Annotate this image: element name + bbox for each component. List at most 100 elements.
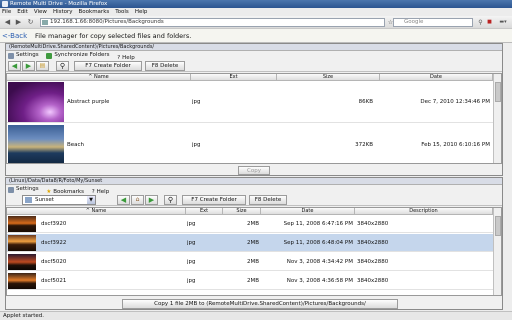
file-ext: jpg [192,99,201,105]
firefox-icon [2,1,8,7]
table-row[interactable]: dscf5021 jpg 2MB Nov 3, 2008 4:36:58 PM … [7,272,493,290]
file-date: Sep 11, 2008 6:47:16 PM [283,221,353,227]
remote-col-ext[interactable]: Ext [191,74,277,81]
local-settings-menu[interactable]: Settings [8,185,39,194]
file-name: Abstract purple [67,99,110,105]
folder-icon [25,197,32,203]
table-row[interactable]: dscf5020 jpg 2MB Nov 3, 2008 4:34:42 PM … [7,253,493,271]
file-size: 2MB [246,240,259,246]
local-file-table: ^ Name Ext Size Date Description dscf392… [6,207,502,296]
remote-col-date[interactable]: Date [380,74,493,81]
file-ext: jpg [187,278,196,284]
local-panel-menu: Settings ★ Bookmarks ? Help [6,185,502,195]
file-ext: jpg [187,240,196,246]
local-col-name[interactable]: ^ Name [7,208,186,215]
abstract-purple-thumbnail [8,82,64,122]
remote-sync-menu[interactable]: Synchronize Folders [46,51,109,60]
navigation-toolbar: ◀ ▶ ↻ 192.168.1.66:8080/Pictures/Backgro… [0,16,512,29]
sunset-thumbnail [8,216,36,232]
forward-arrow-icon[interactable]: ▶ [14,18,23,27]
file-size: 2MB [246,278,259,284]
menu-bar: File Edit View History Bookmarks Tools Help [0,8,512,16]
combo-value: Sunset [35,197,54,203]
local-scrollbar[interactable] [493,208,501,295]
local-path: (Linux)/Data/Data8/R/Foto/My/Sunset [6,178,502,185]
file-name: dscf5020 [41,259,67,265]
url-text: 192.168.1.66:8080/Pictures/Backgrounds [50,19,164,25]
sunset-thumbnail [8,235,36,251]
file-size: 2MB [246,221,259,227]
url-bar[interactable]: 192.168.1.66:8080/Pictures/Backgrounds [40,18,385,27]
file-date: Nov 3, 2008 4:34:42 PM [286,259,353,265]
menu-file[interactable]: File [2,8,11,16]
menu-history[interactable]: History [53,8,73,16]
menu-bookmarks[interactable]: Bookmarks [79,8,110,16]
remote-col-name[interactable]: ^ Name [7,74,191,81]
local-folder-combo[interactable]: Sunset ▼ [22,195,96,205]
file-description: 3840x2880 [357,221,389,227]
local-search-icon[interactable]: ⚲ [164,195,177,205]
remote-folder-icon[interactable]: ▤ [36,61,49,71]
remote-copy-button[interactable]: Copy [238,166,270,175]
local-scrollbar-thumb[interactable] [495,216,501,236]
table-row[interactable]: dscf3920 jpg 2MB Sep 11, 2008 6:47:16 PM… [7,215,493,233]
remote-panel: (RemoteMultiDrive.SharedContent)/Picture… [5,43,503,176]
search-input[interactable]: Google [393,18,473,27]
back-arrow-icon[interactable]: ◀ [3,18,12,27]
menu-tools[interactable]: Tools [115,8,129,16]
local-delete-button[interactable]: F8 Delete [249,195,287,205]
remote-search-icon[interactable]: ⚲ [56,61,69,71]
local-toolbar: Sunset ▼ ◀ ⌂ ▶ ⚲ F7 Create Folder F8 Del… [6,194,502,206]
local-next-icon[interactable]: ▶ [145,195,158,205]
local-col-size[interactable]: Size [223,208,261,215]
toolbar-menu-icon[interactable]: ▬▾ [497,18,509,27]
file-description: 3840x2880 [357,240,389,246]
file-name: dscf3920 [41,221,67,227]
local-col-description[interactable]: Description [355,208,493,215]
file-date: Nov 3, 2008 4:36:58 PM [286,278,353,284]
status-bar: Applet started. [0,311,512,320]
local-create-folder-button[interactable]: F7 Create Folder [182,195,246,205]
file-name: Beach [67,142,85,148]
addon-icon[interactable]: ■ [486,18,493,27]
sunset-thumbnail [8,273,36,289]
menu-help[interactable]: Help [135,8,148,16]
local-panel: (Linux)/Data/Data8/R/Foto/My/Sunset Sett… [5,177,503,310]
file-ext: jpg [192,142,201,148]
remote-col-size[interactable]: Size [277,74,380,81]
settings-icon [8,186,14,193]
reload-icon[interactable]: ↻ [26,18,35,27]
local-col-ext[interactable]: Ext [186,208,223,215]
file-date: Feb 15, 2010 6:10:16 PM [421,142,490,148]
app-back-link[interactable]: <-Back [2,29,27,43]
file-description: 3840x2880 [357,278,389,284]
remote-scrollbar-thumb[interactable] [495,82,501,102]
file-size: 86KB [358,99,373,105]
menu-edit[interactable]: Edit [17,8,28,16]
home-icon[interactable]: ⌂ [131,195,144,205]
remote-delete-button[interactable]: F8 Delete [145,61,185,71]
remote-prev-icon[interactable]: ◀ [8,61,21,71]
remote-panel-menu: Settings Synchronize Folders ? Help [6,51,502,61]
remote-create-folder-button[interactable]: F7 Create Folder [74,61,142,71]
remote-toolbar: ◀ ▶ ▤ ⚲ F7 Create Folder F8 Delete [6,60,502,72]
file-description: 3840x2880 [357,259,389,265]
table-row-selected[interactable]: dscf3922 jpg 2MB Sep 11, 2008 6:48:04 PM… [7,234,493,252]
window-title: Remote Multi Drive - Mozilla Firefox [10,1,108,7]
file-name: dscf5021 [41,278,67,284]
table-row[interactable]: Abstract purple jpg 86KB Dec 7, 2010 12:… [7,81,493,123]
local-prev-icon[interactable]: ◀ [117,195,130,205]
menu-view[interactable]: View [34,8,47,16]
remote-settings-menu[interactable]: Settings [8,51,39,60]
search-magnifier-icon[interactable]: ⚲ [476,18,485,27]
file-name: dscf3922 [41,240,67,246]
app-description: File manager for copy selected files and… [35,32,192,40]
local-copy-button[interactable]: Copy 1 file 2MB to (RemoteMultiDrive.Sha… [122,299,398,309]
site-favicon [42,20,48,25]
table-row[interactable]: Beach jpg 372KB Feb 15, 2010 6:10:16 PM [7,124,493,163]
local-col-date[interactable]: Date [261,208,355,215]
remote-next-icon[interactable]: ▶ [22,61,35,71]
file-size: 372KB [355,142,373,148]
remote-scrollbar[interactable] [493,74,501,163]
search-placeholder: Google [404,19,424,25]
